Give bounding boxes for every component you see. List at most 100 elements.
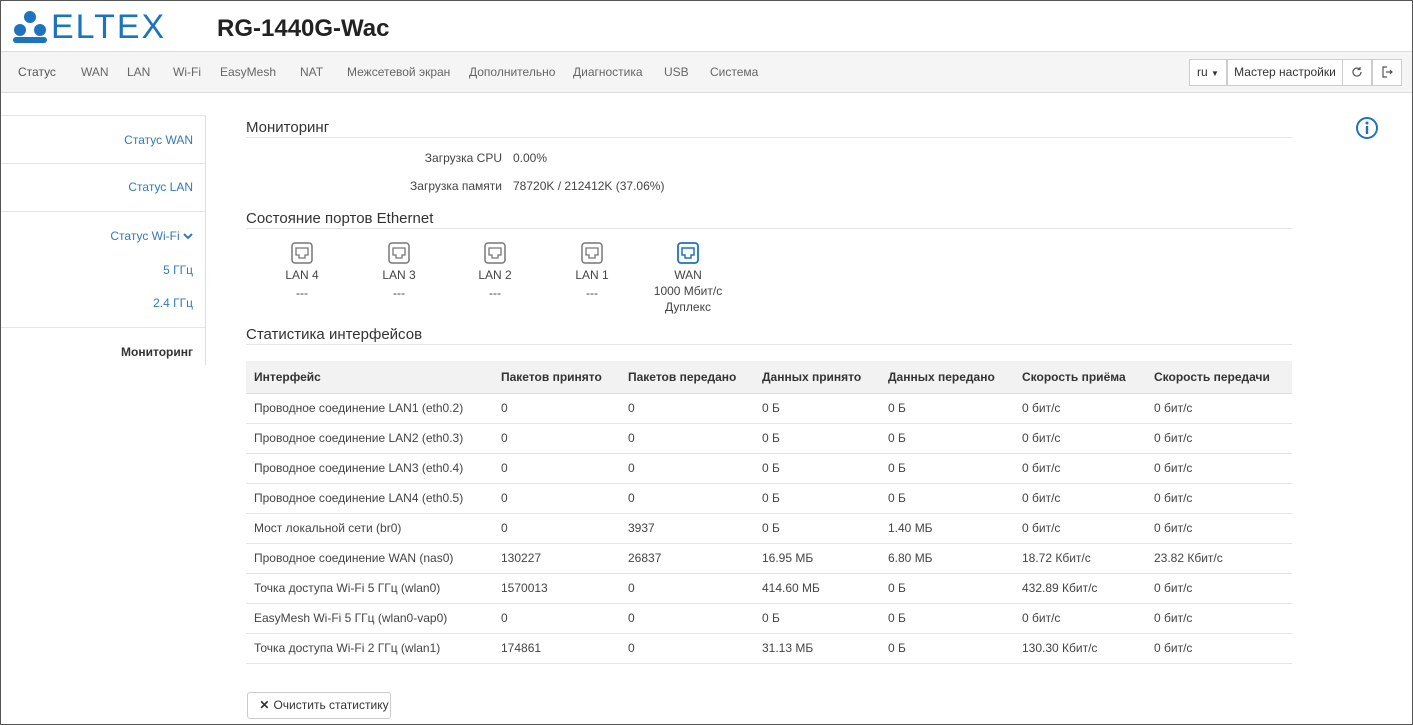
logout-icon: [1382, 66, 1393, 78]
table-cell: 0 Б: [880, 573, 1014, 604]
table-cell: 0 Б: [754, 483, 880, 514]
main-navbar: Статус WAN LAN Wi-Fi EasyMesh NAT Межсет…: [1, 51, 1412, 93]
table-cell: 0: [620, 393, 754, 424]
sidebar-item-monitoring[interactable]: Мониторинг: [1, 345, 205, 359]
column-header: Интерфейс: [246, 361, 493, 394]
table-cell: 3937: [620, 513, 754, 544]
port-status: ---: [586, 286, 598, 300]
table-cell: EasyMesh Wi-Fi 5 ГГц (wlan0-vap0): [246, 603, 493, 634]
port-lan4: LAN 4 ---: [272, 242, 332, 300]
tab-advanced[interactable]: Дополнительно: [469, 52, 555, 92]
clear-stats-button[interactable]: ✕ Очистить статистику: [247, 692, 391, 719]
tab-status[interactable]: Статус: [18, 52, 56, 92]
table-cell: 0 Б: [880, 633, 1014, 664]
section-divider: [246, 344, 1292, 345]
table-row: Проводное соединение WAN (nas0) 130227 268…: [246, 543, 1292, 574]
column-header: Скорость приёма: [1014, 361, 1146, 394]
setup-wizard-button[interactable]: Мастер настройки: [1227, 59, 1343, 86]
table-cell: 0: [493, 453, 620, 484]
table-row: Проводное соединение LAN3 (eth0.4) 0 0 0 Б0…: [246, 453, 1292, 484]
table-row: Мост локальной сети (br0) 0 3937 0 Б 1.40 МБ…: [246, 513, 1292, 544]
table-cell: 0 бит/с: [1146, 573, 1292, 604]
table-cell: Точка доступа Wi-Fi 2 ГГц (wlan1): [246, 633, 493, 664]
table-cell: 0 бит/с: [1146, 393, 1292, 424]
tab-firewall[interactable]: Межсетевой экран: [347, 52, 450, 92]
eltex-logo[interactable]: ELTEX: [11, 7, 171, 46]
tab-diagnostics[interactable]: Диагностика: [573, 52, 643, 92]
port-name: LAN 4: [285, 268, 319, 282]
tab-nat[interactable]: NAT: [300, 52, 323, 92]
column-header: Пакетов передано: [620, 361, 754, 394]
eltex-logo-icon: [13, 11, 47, 43]
table-cell: Проводное соединение LAN1 (eth0.2): [246, 393, 493, 424]
table-cell: Точка доступа Wi-Fi 5 ГГц (wlan0): [246, 573, 493, 604]
tab-easymesh[interactable]: EasyMesh: [220, 52, 276, 92]
sidebar-item-5ghz[interactable]: 5 ГГц: [1, 263, 205, 277]
chevron-down-icon: [183, 233, 193, 240]
table-cell: 1570013: [493, 573, 620, 604]
table-cell: 6.80 МБ: [880, 543, 1014, 574]
table-cell: 0 Б: [754, 393, 880, 424]
tab-lan[interactable]: LAN: [127, 52, 150, 92]
port-duplex: Дуплекс: [665, 300, 711, 314]
memory-label: Загрузка памяти: [410, 179, 502, 193]
table-cell: 0 бит/с: [1146, 453, 1292, 484]
memory-value: 78720K / 212412K (37.06%): [513, 179, 665, 193]
sidebar: Статус WAN Статус LAN Статус Wi-Fi 5 ГГц…: [1, 115, 206, 365]
info-icon[interactable]: [1355, 116, 1379, 140]
language-dropdown[interactable]: ru ▼: [1189, 59, 1227, 86]
tab-usb[interactable]: USB: [664, 52, 689, 92]
sidebar-item-wifi-status[interactable]: Статус Wi-Fi: [1, 229, 205, 243]
port-wan: WAN 1000 Мбит/с Дуплекс: [648, 242, 728, 314]
table-row: Точка доступа Wi-Fi 2 ГГц (wlan1) 174861 0…: [246, 633, 1292, 664]
ethernet-port-icon: [484, 242, 506, 264]
table-body: Проводное соединение LAN1 (eth0.2) 0 0 0 Б0…: [246, 393, 1292, 664]
sidebar-item-wan-status[interactable]: Статус WAN: [1, 133, 205, 147]
logo-text: ELTEX: [51, 7, 167, 46]
ethernet-port-active-icon: [677, 242, 699, 264]
table-cell: 0 Б: [754, 453, 880, 484]
table-row: Проводное соединение LAN1 (eth0.2) 0 0 0 Б0…: [246, 393, 1292, 424]
table-cell: 0 бит/с: [1014, 453, 1146, 484]
table-cell: 0: [620, 573, 754, 604]
table-cell: 0 бит/с: [1014, 603, 1146, 634]
caret-down-icon: ▼: [1211, 69, 1219, 78]
logout-button[interactable]: [1372, 59, 1402, 86]
table-cell: 174861: [493, 633, 620, 664]
table-cell: 0 Б: [880, 603, 1014, 634]
table-cell: Мост локальной сети (br0): [246, 513, 493, 544]
column-header: Скорость передачи: [1146, 361, 1292, 394]
table-cell: 432.89 Кбит/с: [1014, 573, 1146, 604]
ethernet-port-icon: [581, 242, 603, 264]
table-cell: 0 бит/с: [1014, 423, 1146, 454]
refresh-icon: [1352, 67, 1362, 77]
table-cell: 0: [620, 483, 754, 514]
ports-title: Состояние портов Ethernet: [246, 210, 434, 227]
table-cell: 0: [620, 423, 754, 454]
table-cell: 0: [493, 603, 620, 634]
table-cell: 0 бит/с: [1014, 513, 1146, 544]
sidebar-item-lan-status[interactable]: Статус LAN: [1, 180, 205, 194]
port-name: LAN 3: [382, 268, 416, 282]
table-cell: Проводное соединение LAN4 (eth0.5): [246, 483, 493, 514]
header: ELTEX RG-1440G-Wac: [1, 1, 1412, 50]
tab-wifi[interactable]: Wi-Fi: [173, 52, 201, 92]
section-divider: [246, 228, 1292, 229]
table-cell: 31.13 МБ: [754, 633, 880, 664]
cpu-value: 0.00%: [513, 151, 548, 165]
tab-wan[interactable]: WAN: [81, 52, 109, 92]
table-row: Проводное соединение LAN4 (eth0.5) 0 0 0 Б0…: [246, 483, 1292, 514]
table-cell: 0 бит/с: [1146, 513, 1292, 544]
refresh-button[interactable]: [1342, 59, 1372, 86]
table-cell: 0 бит/с: [1146, 483, 1292, 514]
sidebar-divider: [1, 211, 205, 212]
sidebar-divider: [1, 115, 205, 116]
tab-system[interactable]: Система: [710, 52, 758, 92]
port-status: ---: [489, 286, 501, 300]
column-header: Пакетов принято: [493, 361, 620, 394]
sidebar-item-24ghz[interactable]: 2.4 ГГц: [1, 296, 205, 310]
port-status: ---: [393, 286, 405, 300]
sidebar-item-label: Статус Wi-Fi: [110, 229, 180, 243]
table-cell: 1.40 МБ: [880, 513, 1014, 544]
table-cell: 16.95 МБ: [754, 543, 880, 574]
